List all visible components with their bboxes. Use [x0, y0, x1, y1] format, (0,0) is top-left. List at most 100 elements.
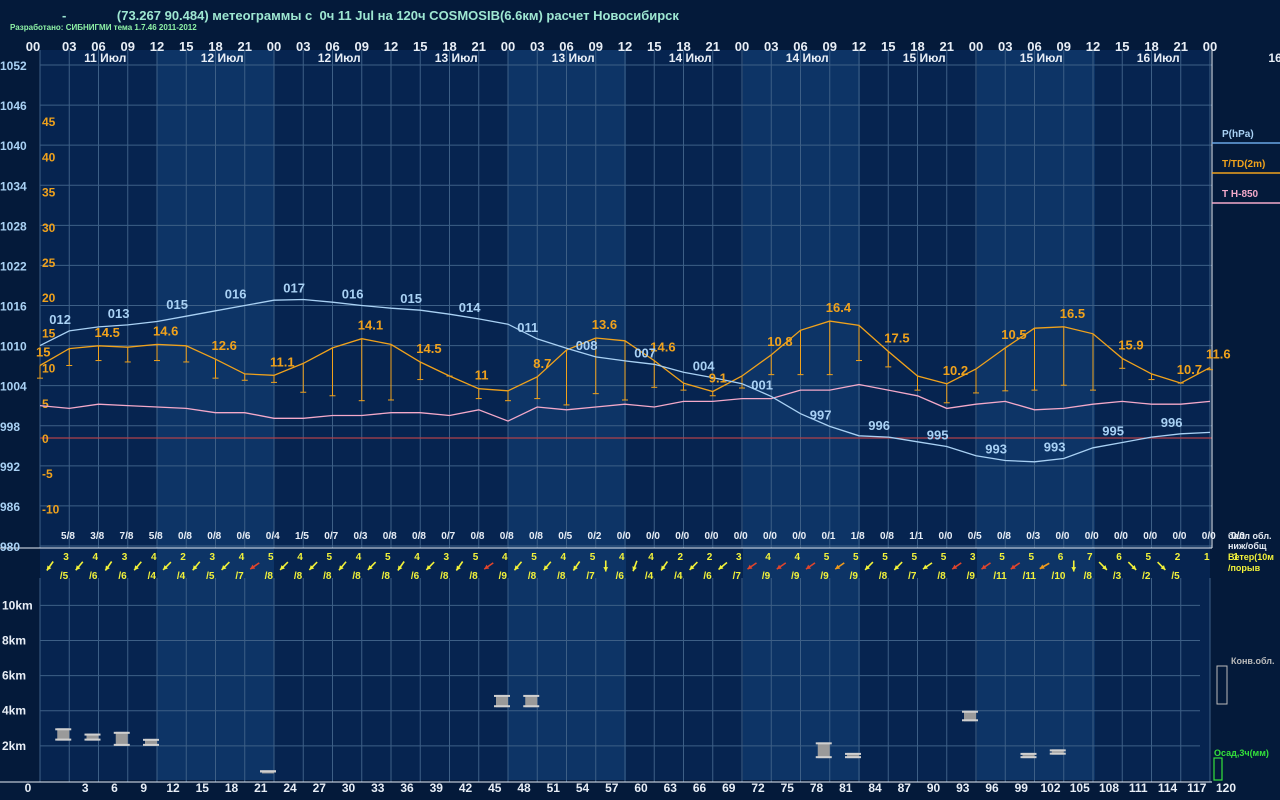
- top-hour-label: 15: [881, 39, 895, 54]
- cloud-cover-value: 0/3: [354, 531, 368, 542]
- top-hour-label: 12: [852, 39, 866, 54]
- wind-gust: /8: [1084, 571, 1093, 582]
- bottom-hour-tick: 21: [254, 781, 268, 795]
- cloud-cover-value: 0/1: [822, 531, 836, 542]
- wind-gust: /10: [1052, 571, 1066, 582]
- cloud-cover-value: 0/0: [1143, 531, 1157, 542]
- wind-speed: 4: [92, 552, 98, 563]
- wind-gust: /9: [791, 571, 800, 582]
- day-label: 13 Июл: [435, 51, 478, 65]
- convective-cloud-top: [815, 742, 832, 745]
- pressure-label: 993: [985, 441, 1007, 456]
- cloud-cover-value: 0/7: [324, 531, 338, 542]
- convective-cloud-base: [143, 743, 159, 746]
- convective-cloud-top: [494, 694, 510, 697]
- pressure-label: 011: [517, 320, 538, 335]
- pressure-label: 016: [342, 287, 364, 302]
- wind-gust: /8: [469, 571, 478, 582]
- top-hour-label: 15: [413, 39, 427, 54]
- convective-cloud-top: [523, 694, 540, 697]
- height-tick: 2km: [2, 739, 26, 753]
- wind-speed: 5: [385, 552, 391, 563]
- wind-gust: /9: [499, 571, 508, 582]
- wind-gust: /9: [762, 571, 771, 582]
- top-hour-label: 03: [530, 39, 544, 54]
- pressure-tick: 1034: [0, 179, 27, 193]
- wind-speed: 4: [765, 552, 771, 563]
- cloud-cover-value: 0/8: [383, 531, 397, 542]
- legend-cloud-cover-1: балл обл.: [1228, 531, 1272, 541]
- convective-cloud-base: [845, 756, 861, 759]
- wind-speed: 4: [794, 552, 800, 563]
- top-hour-label: 00: [267, 39, 281, 54]
- temperature-label: 10.5: [1001, 327, 1026, 342]
- pressure-label: 997: [810, 407, 832, 422]
- legend-precip-swatch: [1213, 757, 1223, 781]
- day-label: 14 Июл: [669, 51, 712, 65]
- pressure-label: 001: [751, 377, 773, 392]
- convective-cloud-base: [113, 743, 130, 746]
- night-band: [860, 50, 977, 780]
- wind-gust: /8: [352, 571, 361, 582]
- convective-cloud-base: [523, 705, 540, 708]
- wind-speed: 4: [297, 552, 303, 563]
- bottom-hour-tick: 30: [342, 781, 356, 795]
- bottom-hour-tick: 96: [985, 781, 999, 795]
- pressure-label: 015: [400, 291, 422, 306]
- convective-cloud-top: [113, 731, 130, 734]
- pressure-label: 015: [166, 297, 188, 312]
- convective-cloud-base: [494, 705, 510, 708]
- cloud-cover-value: 1/8: [851, 531, 865, 542]
- wind-speed: 6: [1058, 552, 1064, 563]
- temperature-label: 15.9: [1118, 337, 1143, 352]
- bottom-hour-tick: 42: [459, 781, 473, 795]
- cloud-cover-value: 0/8: [207, 531, 221, 542]
- wind-speed: 5: [1028, 552, 1034, 563]
- wind-speed: 5: [941, 552, 947, 563]
- pressure-tick: 1040: [0, 139, 27, 153]
- cloud-cover-value: 0/0: [617, 531, 631, 542]
- bottom-hour-tick: 36: [400, 781, 414, 795]
- pressure-label: 008: [576, 338, 598, 353]
- temperature-tick: 0: [42, 432, 49, 446]
- bottom-hour-tick: 117: [1187, 781, 1207, 795]
- wind-gust: /7: [586, 571, 595, 582]
- wind-gust: /4: [148, 571, 157, 582]
- day-label: 12 Июл: [318, 51, 361, 65]
- bottom-hour-tick: 66: [693, 781, 707, 795]
- convective-cloud-base: [815, 756, 832, 759]
- temperature-tick: 25: [42, 256, 56, 270]
- cloud-cover-value: 0/8: [880, 531, 894, 542]
- bottom-hour-tick: 108: [1099, 781, 1119, 795]
- wind-speed: 4: [151, 552, 157, 563]
- wind-gust: /7: [908, 571, 917, 582]
- wind-speed: 1: [1233, 552, 1239, 563]
- wind-gust: /5: [206, 571, 215, 582]
- wind-speed: 4: [648, 552, 654, 563]
- day-label: 13 Июл: [552, 51, 595, 65]
- bottom-hour-tick: 15: [196, 781, 210, 795]
- top-hour-label: 12: [384, 39, 398, 54]
- top-hour-label: 15: [647, 39, 661, 54]
- bottom-hour-tick: 6: [111, 781, 118, 795]
- legend: P(hPa)T/TD(2m)T H-850балл обл.ниж/общВет…: [1212, 129, 1280, 781]
- cloud-cover-value: 0/0: [734, 531, 748, 542]
- convective-cloud-base: [55, 738, 72, 741]
- day-band: [743, 50, 860, 780]
- convective-cloud-top: [845, 752, 861, 755]
- wind-speed: 5: [531, 552, 537, 563]
- pressure-label: 004: [693, 359, 715, 374]
- bottom-hour-tick: 114: [1158, 781, 1178, 795]
- wind-gust: /6: [89, 571, 98, 582]
- bottom-hour-tick: 60: [634, 781, 648, 795]
- wind-speed: 5: [853, 552, 859, 563]
- temperature-tick: 5: [42, 397, 49, 411]
- convective-cloud-top: [143, 738, 159, 741]
- wind-speed: 5: [473, 552, 479, 563]
- bottom-hour-tick: 111: [1129, 781, 1148, 795]
- wind-gust: /5: [60, 571, 69, 582]
- wind-speed: 7: [1087, 552, 1093, 563]
- wind-gust: /4: [674, 571, 683, 582]
- day-label: 15 Июл: [1020, 51, 1063, 65]
- temperature-tick: -5: [42, 467, 53, 481]
